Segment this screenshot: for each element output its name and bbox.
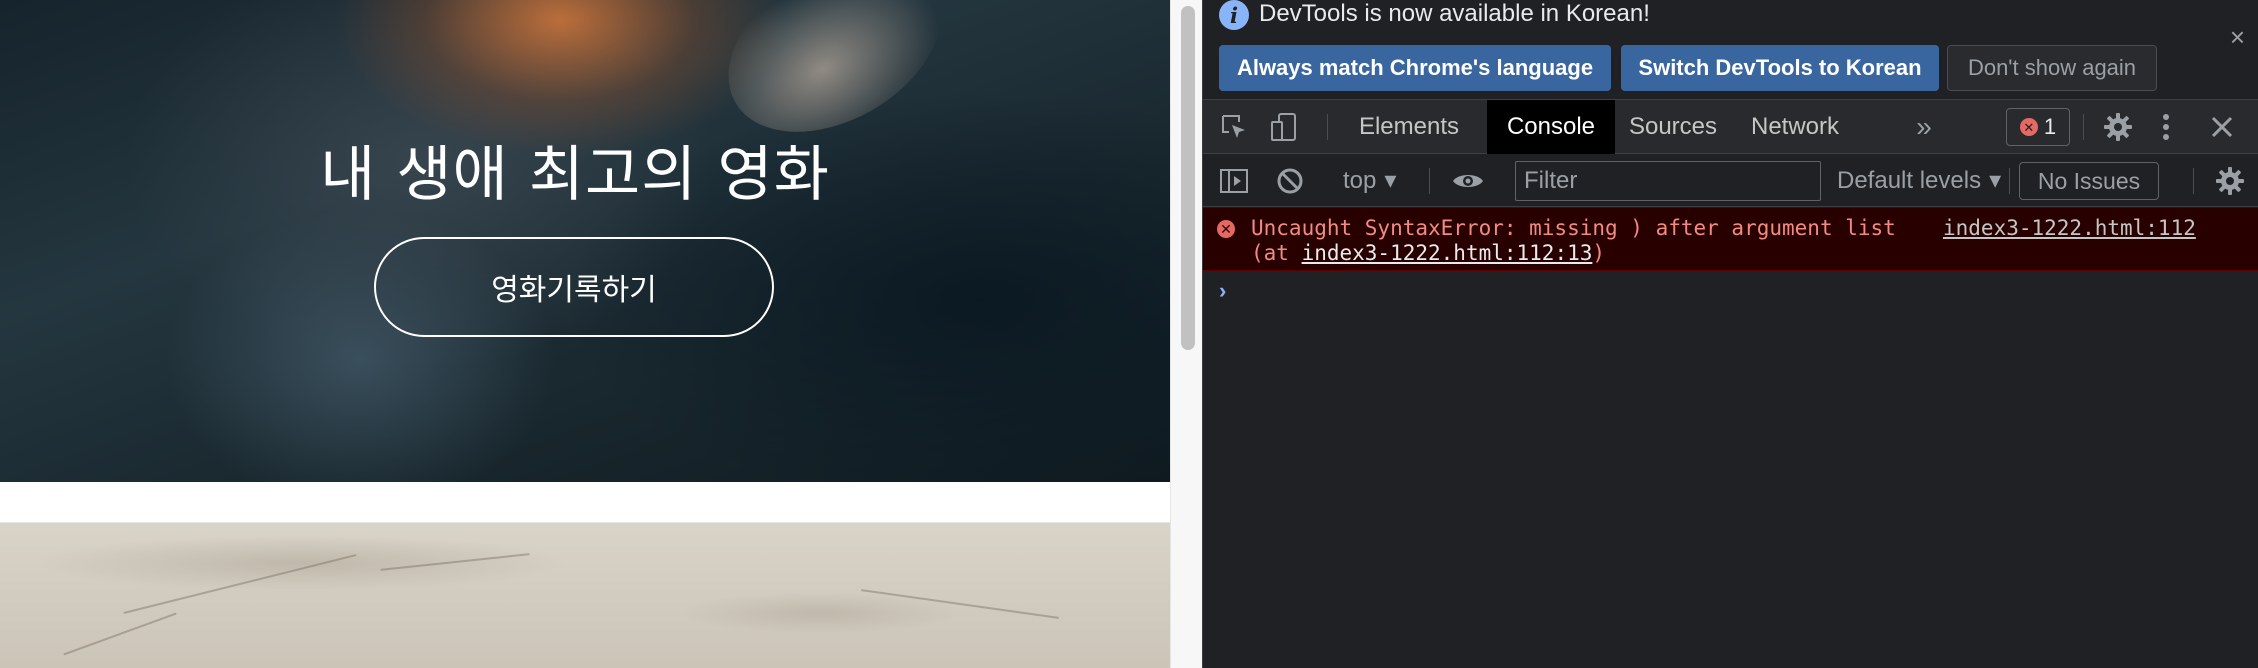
language-infobar: i DevTools is now available in Korean! ×… (1203, 0, 2258, 100)
tab-console[interactable]: Console (1487, 100, 1615, 154)
gear-icon[interactable] (2095, 100, 2141, 154)
page-scrollbar-thumb[interactable] (1181, 6, 1195, 350)
console-prompt[interactable]: › (1203, 272, 2258, 312)
sidebar-toggle-icon[interactable] (1211, 154, 1257, 207)
page-scrollbar[interactable] (1170, 0, 1202, 668)
issues-button[interactable]: No Issues (2019, 162, 2159, 200)
filter-input[interactable] (1515, 161, 1821, 201)
webpage-viewport: 내 생애 최고의 영화 영화기록하기 (0, 0, 1170, 668)
devtools-tabbar: Elements Console Sources Network » ✕ 1 (1203, 100, 2258, 154)
context-label: top (1343, 166, 1377, 194)
kebab-menu-icon[interactable] (2149, 100, 2183, 154)
close-icon[interactable]: × (2230, 22, 2245, 53)
inspect-element-icon[interactable] (1211, 100, 1257, 154)
section-gap (0, 482, 1170, 523)
prompt-caret-icon: › (1219, 278, 1227, 303)
error-at-prefix: (at (1251, 241, 1302, 265)
toolbar-divider (2193, 168, 2194, 194)
paper-crease (63, 612, 177, 656)
always-match-language-button[interactable]: Always match Chrome's language (1219, 45, 1611, 91)
dropdown-arrow-icon: ▾ (1989, 167, 2002, 194)
paper-crease (123, 553, 357, 615)
infobar-message: DevTools is now available in Korean! (1259, 0, 1650, 27)
devtools-panel: i DevTools is now available in Korean! ×… (1202, 0, 2258, 668)
error-icon: ✕ (2019, 118, 2038, 136)
eye-icon[interactable] (1443, 154, 1493, 207)
error-icon: ✕ (1217, 220, 1235, 238)
close-devtools-icon[interactable] (2199, 100, 2245, 154)
clear-console-icon[interactable] (1267, 154, 1313, 207)
toolbar-divider (2009, 168, 2010, 194)
tab-network[interactable]: Network (1735, 100, 1855, 154)
toolbar-divider (1429, 168, 1430, 194)
log-levels-dropdown[interactable]: Default levels ▾ (1837, 154, 2001, 207)
paper-texture-section (0, 523, 1170, 668)
error-count: 1 (2043, 114, 2057, 139)
console-toolbar: top ▾ Default levels ▾ No Issues (1203, 154, 2258, 207)
console-error-message: ✕ Uncaught SyntaxError: missing ) after … (1203, 207, 2258, 271)
error-at-suffix: ) (1592, 241, 1606, 265)
error-source-link[interactable]: index3-1222.html:112 (1943, 216, 2196, 241)
tab-elements[interactable]: Elements (1341, 100, 1477, 154)
hero-banner-image: 내 생애 최고의 영화 영화기록하기 (0, 0, 1170, 482)
context-selector[interactable]: top ▾ (1343, 154, 1396, 207)
hero-title: 내 생애 최고의 영화 (320, 140, 830, 210)
error-stack-line: (at index3-1222.html:112:13) (1251, 241, 1605, 266)
error-text: Uncaught SyntaxError: missing ) after ar… (1251, 216, 1896, 240)
tab-sources[interactable]: Sources (1619, 100, 1727, 154)
record-movie-button[interactable]: 영화기록하기 (374, 237, 774, 337)
dont-show-again-button[interactable]: Don't show again (1947, 45, 2157, 91)
info-icon: i (1219, 0, 1249, 30)
toolbar-divider (1327, 114, 1328, 140)
paper-crease (380, 553, 530, 571)
paper-crease (860, 589, 1060, 619)
toolbar-divider (2083, 114, 2084, 140)
switch-to-korean-button[interactable]: Switch DevTools to Korean (1621, 45, 1939, 91)
error-stack-link[interactable]: index3-1222.html:112:13 (1302, 241, 1593, 265)
more-tabs-icon[interactable]: » (1907, 100, 1941, 154)
console-settings-gear-icon[interactable] (2207, 154, 2253, 207)
device-toolbar-icon[interactable] (1261, 100, 1307, 154)
dropdown-arrow-icon: ▾ (1384, 167, 1397, 194)
error-count-badge[interactable]: ✕ 1 (2006, 108, 2070, 146)
log-levels-label: Default levels (1837, 166, 1982, 194)
